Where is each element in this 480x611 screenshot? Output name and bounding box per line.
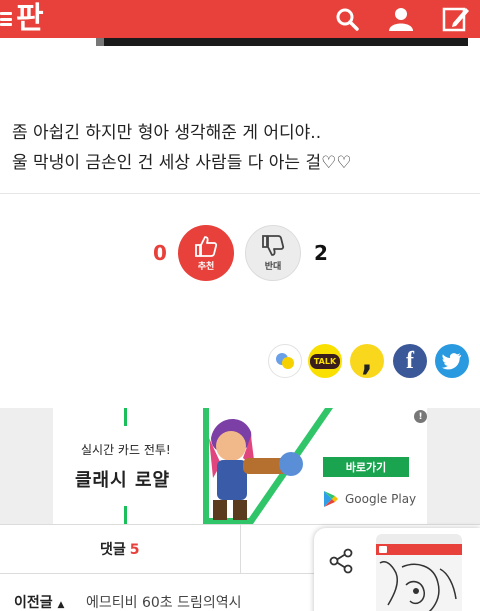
menu-icon[interactable] [0,9,14,29]
post-line: 좀 아쉽긴 하지만 형아 생각해준 게 어디야.. [12,123,322,143]
user-icon[interactable] [381,0,421,38]
comment-tab-label: 댓글 [100,542,126,558]
kakaotalk-label: TALK [309,353,341,369]
logo-text: 판 [16,1,44,36]
post-line: 울 막냉이 금손인 건 세상 사람들 다 아는 걸♡♡ [12,153,352,173]
post-image-bottom [0,38,480,46]
ad-banner[interactable]: 실시간 카드 전투! 클래시 로얄 바로가기 Google Play [53,408,427,524]
upvote-button[interactable]: 추천 [178,225,234,281]
up-vote-count: 0 [153,241,167,265]
google-play-badge[interactable]: Google Play [323,488,416,510]
comment-tab[interactable]: 댓글 5 [100,539,140,559]
floating-share-panel [314,528,480,611]
ad-subtitle: 실시간 카드 전투! [81,443,171,457]
thumbnail-image [376,555,462,611]
down-vote-count: 2 [314,241,328,265]
ad-info-icon[interactable]: ! [414,410,427,423]
logo[interactable]: 판 [0,0,44,38]
divider [0,193,480,194]
downvote-label: 반대 [264,261,282,272]
downvote-button[interactable]: 반대 [245,225,301,281]
write-icon[interactable] [436,0,476,38]
prev-post-label: 이전글 ▲ [14,595,65,611]
page-thumbnail[interactable] [376,534,462,611]
top-bar: 판 [0,0,480,38]
ad-character-image [203,408,333,524]
google-play-label: Google Play [345,492,417,506]
prev-post-title: 에므티비 60초 드림의역시 [86,595,242,611]
ad-cta-button[interactable]: 바로가기 [323,457,409,477]
band-icon[interactable]: , [350,344,384,378]
chevron-up-icon: ▲ [57,600,65,610]
post-body: 좀 아쉽긴 하지만 형아 생각해준 게 어디야.. 울 막냉이 금손인 건 세상… [12,118,472,178]
search-icon[interactable] [327,0,367,38]
thumbs-down-icon [262,234,285,256]
kakaostory-icon[interactable] [268,344,302,378]
thumbs-up-icon [195,235,218,257]
kakaotalk-icon[interactable]: TALK [308,344,342,378]
ad-title: 클래시 로얄 [75,470,171,491]
google-play-icon [324,491,338,507]
facebook-icon[interactable]: f [393,344,427,378]
share-icon[interactable] [328,548,354,578]
band-label: , [361,343,373,378]
facebook-label: f [406,347,414,374]
upvote-label: 추천 [197,261,215,272]
tab-separator [240,525,241,573]
twitter-icon[interactable] [435,344,469,378]
comment-count: 5 [129,542,140,558]
